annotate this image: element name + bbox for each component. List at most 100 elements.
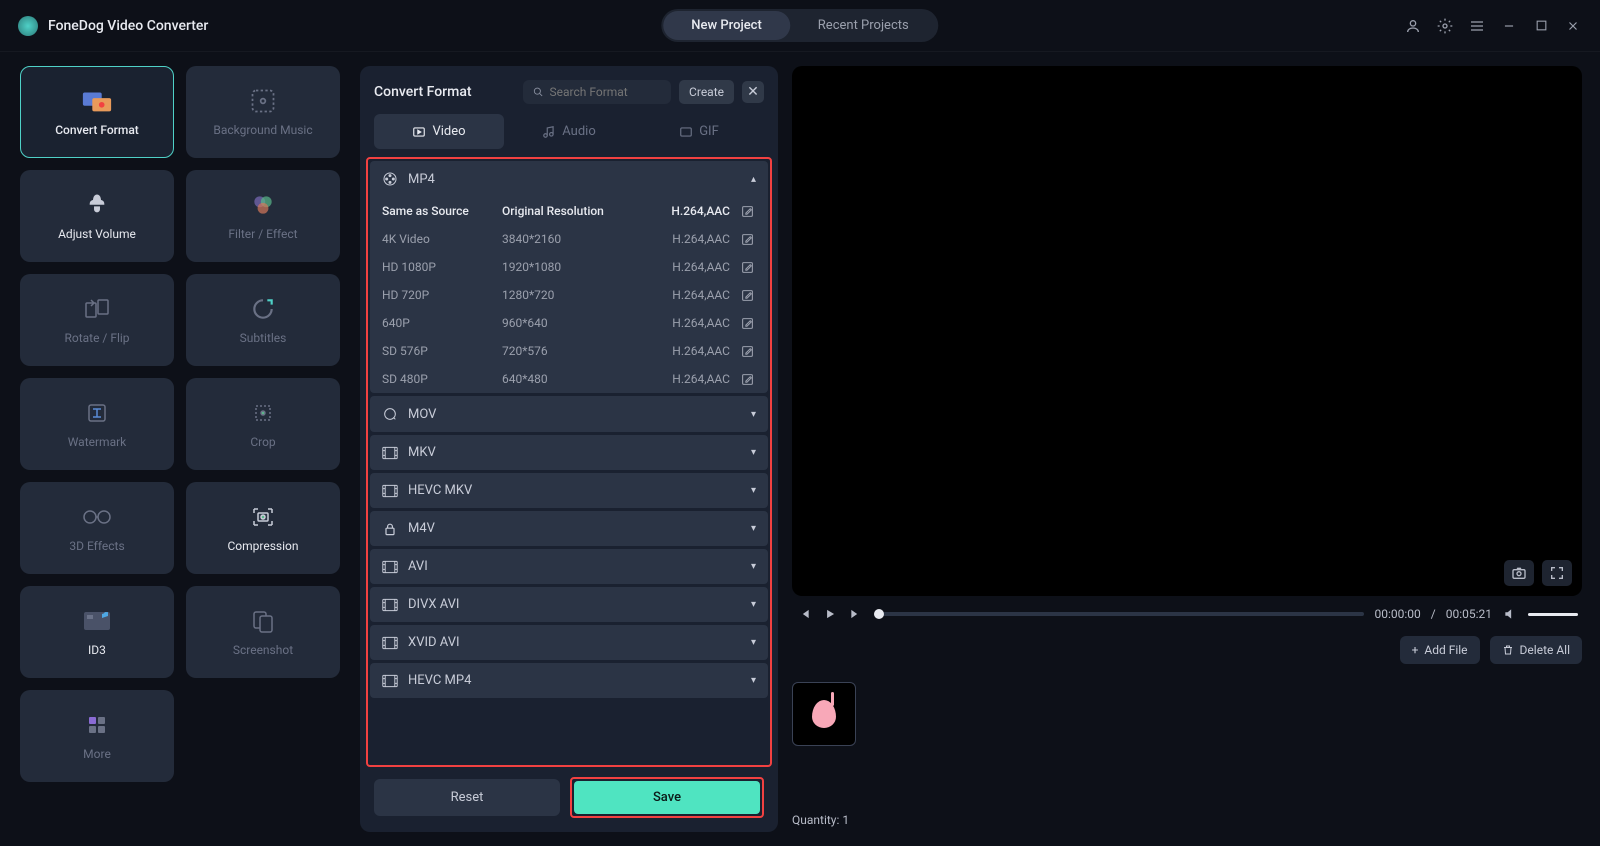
tab-new-project[interactable]: New Project [663,11,790,40]
trash-icon [1502,644,1514,656]
format-header[interactable]: DIVX AVI▾ [370,587,768,622]
edit-format-button[interactable] [738,289,756,302]
tile-filter[interactable]: Filter / Effect [186,170,340,262]
app-title: FoneDog Video Converter [48,18,208,34]
format-header[interactable]: HEVC MP4▾ [370,663,768,698]
format-group-mp4: MP4▴Same as SourceOriginal ResolutionH.2… [370,161,768,393]
mute-button[interactable] [1502,606,1518,622]
format-option[interactable]: SD 480P640*480H.264,AAC [370,365,768,393]
player-controls: 00:00:00 / 00:05:21 [792,596,1582,632]
prev-button[interactable] [796,606,812,622]
next-button[interactable] [848,606,864,622]
tile-label: 3D Effects [69,539,124,553]
edit-format-button[interactable] [738,317,756,330]
tab-recent-projects[interactable]: Recent Projects [790,11,937,40]
chevron-up-icon: ▴ [751,174,756,185]
format-header[interactable]: MOV▾ [370,396,768,432]
film-icon [382,560,398,574]
tile-crop[interactable]: Crop [186,378,340,470]
create-button[interactable]: Create [679,80,734,104]
fullscreen-button[interactable] [1542,560,1572,586]
edit-format-button[interactable] [738,233,756,246]
tile-label: Rotate / Flip [64,331,129,345]
title-bar: FoneDog Video Converter New Project Rece… [0,0,1600,52]
close-panel-button[interactable]: ✕ [742,81,764,103]
tile-watermark[interactable]: Watermark [20,378,174,470]
tool-sidebar: Convert Format Background MusicAdjust Vol… [0,52,360,846]
time-total: 00:05:21 [1446,607,1492,621]
format-group-divx-avi: DIVX AVI▾ [370,587,768,622]
more-icon [81,711,113,739]
minimize-button[interactable] [1500,17,1518,35]
music-note-icon [812,700,836,728]
edit-format-button[interactable] [738,373,756,386]
progress-knob[interactable] [874,609,884,619]
tile-compress[interactable]: Compression [186,482,340,574]
add-file-button[interactable]: +Add File [1400,636,1480,664]
id3-icon [81,607,113,635]
film-icon [382,598,398,612]
gif-icon [679,125,693,139]
format-header[interactable]: MP4▴ [370,161,768,197]
tile-label: Convert Format [55,123,139,137]
tile-id3[interactable]: ID3 [20,586,174,678]
tile-screenshot[interactable]: Screenshot [186,586,340,678]
format-option[interactable]: 4K Video3840*2160H.264,AAC [370,225,768,253]
chevron-down-icon: ▾ [751,675,756,686]
format-header[interactable]: M4V▾ [370,511,768,546]
tile-label: Screenshot [233,643,293,657]
close-button[interactable] [1564,17,1582,35]
chevron-down-icon: ▾ [751,637,756,648]
search-format-input[interactable] [523,80,671,104]
snapshot-button[interactable] [1504,560,1534,586]
format-tab-gif[interactable]: GIF [634,114,764,149]
tile-subtitles[interactable]: Subtitles [186,274,340,366]
tile-label: Watermark [68,435,127,449]
convert-format-panel: Convert Format Create ✕ Video Audio GIF … [360,66,778,832]
reset-button[interactable]: Reset [374,779,560,816]
filter-icon [247,191,279,219]
format-option[interactable]: Same as SourceOriginal ResolutionH.264,A… [370,197,768,225]
volume-slider[interactable] [1528,613,1578,616]
format-option[interactable]: HD 720P1280*720H.264,AAC [370,281,768,309]
maximize-button[interactable] [1532,17,1550,35]
format-header[interactable]: AVI▾ [370,549,768,584]
tile-label: Crop [250,435,275,449]
edit-icon [741,205,754,218]
preview-pane: 00:00:00 / 00:05:21 +Add File Delete All… [778,52,1600,846]
format-option[interactable]: SD 576P720*576H.264,AAC [370,337,768,365]
settings-icon[interactable] [1436,17,1454,35]
project-tabs: New Project Recent Projects [661,9,938,42]
format-header[interactable]: XVID AVI▾ [370,625,768,660]
delete-all-button[interactable]: Delete All [1490,636,1582,664]
edit-format-button[interactable] [738,345,756,358]
search-icon [533,86,543,98]
account-icon[interactable] [1404,17,1422,35]
tile-music[interactable]: Background Music [186,66,340,158]
tile-rotate[interactable]: Rotate / Flip [20,274,174,366]
format-group-avi: AVI▾ [370,549,768,584]
edit-icon [741,317,754,330]
format-tab-video[interactable]: Video [374,114,504,149]
tile-more[interactable]: More [20,690,174,782]
save-button[interactable]: Save [574,781,760,814]
edit-format-button[interactable] [738,261,756,274]
tile-3d[interactable]: 3D Effects [20,482,174,574]
format-option[interactable]: 640P960*640H.264,AAC [370,309,768,337]
format-header[interactable]: MKV▾ [370,435,768,470]
edit-format-button[interactable] [738,205,756,218]
progress-bar[interactable] [874,612,1364,616]
compress-icon [247,503,279,531]
format-group-hevc-mp4: HEVC MP4▾ [370,663,768,698]
reel-icon [382,171,398,187]
edit-icon [741,233,754,246]
app-logo-icon [18,16,38,36]
play-button[interactable] [822,606,838,622]
format-header[interactable]: HEVC MKV▾ [370,473,768,508]
format-option[interactable]: HD 1080P1920*1080H.264,AAC [370,253,768,281]
tile-volume[interactable]: Adjust Volume [20,170,174,262]
format-tab-audio[interactable]: Audio [504,114,634,149]
queue-item[interactable] [792,682,856,746]
menu-icon[interactable] [1468,17,1486,35]
tile-convert[interactable]: Convert Format [20,66,174,158]
